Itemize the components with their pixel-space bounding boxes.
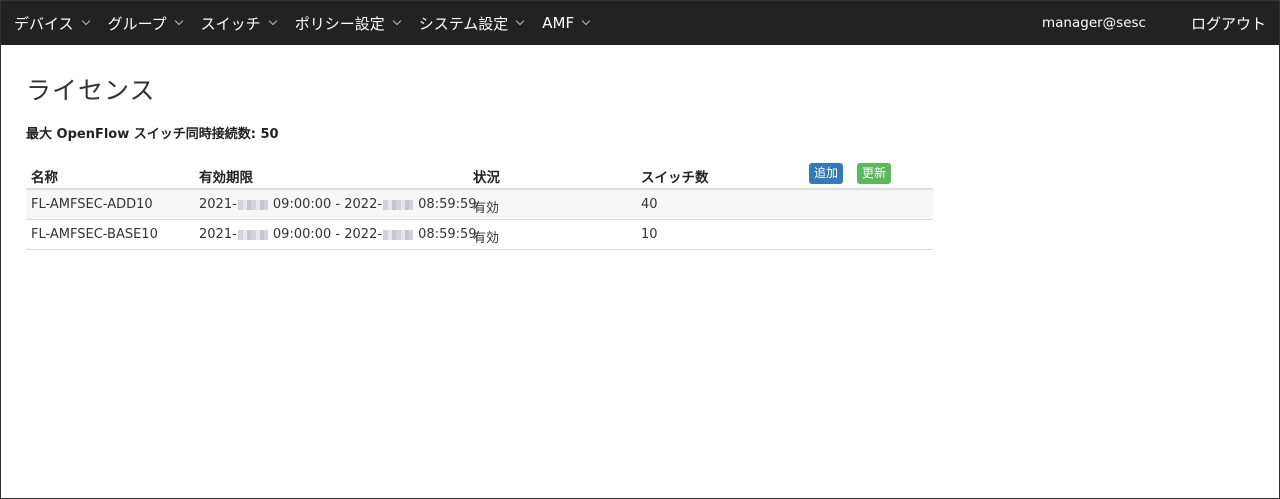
page-title: ライセンス [26,76,156,105]
license-switch-count: 40 [641,197,658,212]
chevron-down-icon [581,16,591,26]
header-switch-count: スイッチ数 [641,170,709,186]
chevron-down-icon [392,16,401,26]
nav-item-label: システム設定 [418,14,509,33]
period-start: 2021- [199,197,237,212]
license-name: FL-AMFSEC-ADD10 [31,197,153,212]
add-button[interactable]: 追加 [809,163,844,184]
nav-item-devices[interactable]: デバイス [14,1,90,45]
nav-item-system-settings[interactable]: システム設定 [418,1,525,45]
update-button[interactable]: 更新 [857,163,892,184]
chevron-down-icon [81,16,90,26]
nav-right: manager@sesc ログアウト [1042,1,1279,45]
redacted-date [237,229,268,240]
nav-item-label: AMF [542,14,575,32]
nav-item-label: スイッチ [200,14,261,33]
license-table: 名称 有効期限 状況 スイッチ数 追加 更新 FL-AMFSEC-ADD10 2… [26,159,933,250]
logout-link[interactable]: ログアウト [1191,13,1266,34]
nav-menu: デバイス グループ スイッチ ポリシー設定 システム設定 AMF [1,1,608,45]
redacted-date [237,199,268,210]
nav-item-label: ポリシー設定 [294,14,385,33]
header-status: 状況 [473,170,500,186]
period-middle: 09:00:00 - 2022- [268,197,383,212]
nav-item-label: グループ [107,14,167,33]
license-status: 有効 [473,201,500,216]
license-period: 2021- 09:00:00 - 2022- 08:59:59 [199,197,477,212]
chevron-down-icon [268,16,277,26]
period-middle: 09:00:00 - 2022- [268,227,383,242]
period-start: 2021- [199,227,237,242]
header-period: 有効期限 [199,170,253,186]
header-name: 名称 [31,170,58,186]
chevron-down-icon [516,16,525,26]
license-status: 有効 [473,231,500,246]
table-row[interactable]: FL-AMFSEC-ADD10 2021- 09:00:00 - 2022- 0… [26,190,933,220]
license-name: FL-AMFSEC-BASE10 [31,227,158,242]
nav-item-policy-settings[interactable]: ポリシー設定 [294,1,401,45]
license-switch-count: 10 [641,227,658,242]
chevron-down-icon [174,16,183,26]
nav-item-label: デバイス [14,14,74,33]
max-connections-info: 最大 OpenFlow スイッチ同時接続数: 50 [26,127,279,142]
current-user: manager@sesc [1042,15,1146,31]
table-row[interactable]: FL-AMFSEC-BASE10 2021- 09:00:00 - 2022- … [26,220,933,250]
period-end: 08:59:59 [414,227,477,242]
top-navbar: デバイス グループ スイッチ ポリシー設定 システム設定 AMF manager… [1,1,1279,45]
period-end: 08:59:59 [414,197,477,212]
nav-item-amf[interactable]: AMF [542,1,591,45]
license-period: 2021- 09:00:00 - 2022- 08:59:59 [199,227,477,242]
nav-item-switches[interactable]: スイッチ [200,1,277,45]
redacted-date [383,229,414,240]
redacted-date [383,199,414,210]
nav-item-groups[interactable]: グループ [107,1,183,45]
table-header: 名称 有効期限 状況 スイッチ数 追加 更新 [26,159,933,190]
